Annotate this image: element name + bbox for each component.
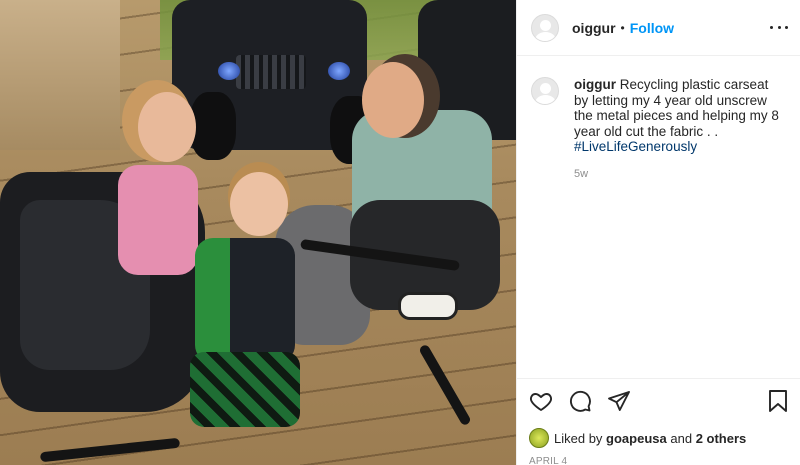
post-header: oiggur • Follow: [517, 0, 800, 56]
likes-others-link[interactable]: 2 others: [696, 431, 747, 446]
post-side-panel: oiggur • Follow oiggur Recycling plastic…: [516, 0, 800, 465]
jeep-headlight-left: [218, 62, 240, 80]
comment-icon[interactable]: [568, 389, 592, 413]
likes-row: Liked by goapeusa and 2 others: [529, 428, 791, 448]
likes-middle: and: [670, 430, 693, 446]
follow-button[interactable]: Follow: [630, 20, 674, 36]
caption-username[interactable]: oiggur: [574, 77, 616, 92]
avatar[interactable]: [531, 13, 559, 42]
post-date[interactable]: APRIL 4: [529, 456, 791, 465]
caption-hashtag[interactable]: #LiveLifeGenerously: [574, 139, 697, 154]
action-icons: [529, 389, 791, 413]
likes-prefix: Liked by: [554, 430, 603, 446]
post-actions: Liked by goapeusa and 2 others APRIL 4: [517, 378, 800, 465]
share-icon[interactable]: [607, 389, 631, 413]
jeep-headlight-right: [328, 62, 350, 80]
heart-icon[interactable]: [529, 389, 553, 413]
porch-area: [0, 0, 120, 150]
more-dot: [785, 25, 788, 29]
more-dot: [770, 25, 773, 29]
caption-avatar[interactable]: [531, 77, 559, 105]
bookmark-icon[interactable]: [767, 389, 789, 413]
jeep-grille: [236, 55, 306, 89]
post-photo[interactable]: [0, 0, 516, 465]
woman-shoe: [398, 292, 458, 320]
liker-avatar[interactable]: [529, 428, 549, 448]
more-dot: [777, 25, 781, 29]
girl-head: [138, 92, 196, 162]
more-options-icon[interactable]: [770, 18, 788, 36]
liker-username[interactable]: goapeusa: [606, 431, 667, 446]
boy-shirt: [195, 238, 295, 363]
boy-head: [230, 172, 288, 236]
boy-shorts: [190, 352, 300, 427]
header-username[interactable]: oiggur: [572, 20, 616, 36]
caption-body: oiggur Recycling plastic carseat by lett…: [574, 77, 779, 182]
woman-head: [362, 62, 424, 138]
caption-comment: oiggur Recycling plastic carseat by lett…: [517, 56, 800, 182]
girl-swimsuit: [118, 165, 198, 275]
caption-timestamp[interactable]: 5w: [574, 167, 779, 183]
jeep-wheel: [190, 92, 236, 160]
header-separator: •: [620, 20, 625, 35]
